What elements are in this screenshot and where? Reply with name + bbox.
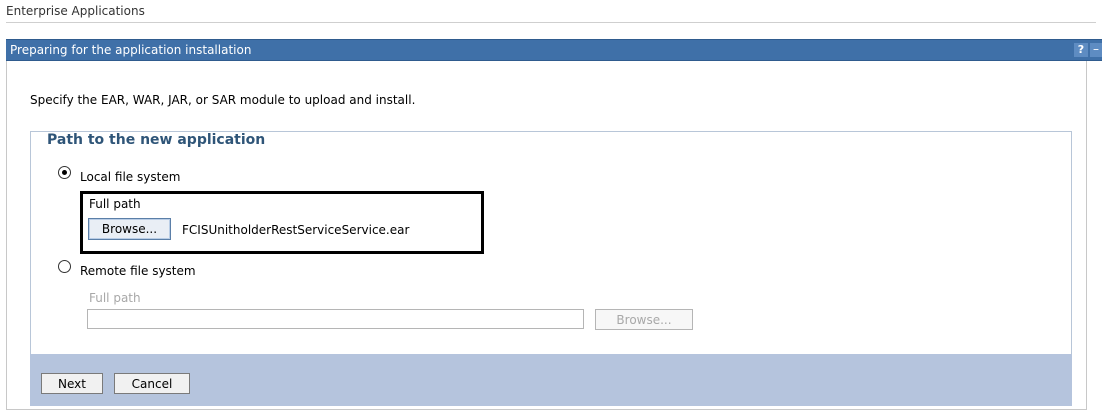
remote-full-path-label: Full path: [89, 291, 141, 305]
minimize-icon[interactable]: –: [1090, 43, 1102, 57]
breadcrumb-divider: [6, 22, 1096, 23]
local-file-system-label[interactable]: Local file system: [80, 170, 180, 184]
remote-file-system-label[interactable]: Remote file system: [80, 264, 196, 278]
next-button[interactable]: Next: [41, 373, 103, 394]
remote-file-system-radio[interactable]: [58, 260, 71, 273]
local-browse-button[interactable]: Browse...: [88, 218, 171, 240]
local-file-system-radio[interactable]: [58, 166, 71, 179]
help-icon[interactable]: ?: [1074, 43, 1088, 57]
panel-title: Preparing for the application installati…: [10, 43, 252, 57]
fieldset-legend: Path to the new application: [44, 132, 269, 148]
instruction-text: Specify the EAR, WAR, JAR, or SAR module…: [30, 93, 416, 107]
local-full-path-label: Full path: [89, 197, 141, 211]
remote-full-path-input[interactable]: [87, 309, 584, 329]
panel-title-bar: Preparing for the application installati…: [6, 39, 1102, 61]
cancel-button[interactable]: Cancel: [114, 373, 190, 394]
local-selected-file-name: FCISUnitholderRestServiceService.ear: [182, 223, 410, 237]
remote-browse-button[interactable]: Browse...: [595, 309, 693, 330]
breadcrumb: Enterprise Applications: [6, 4, 145, 18]
